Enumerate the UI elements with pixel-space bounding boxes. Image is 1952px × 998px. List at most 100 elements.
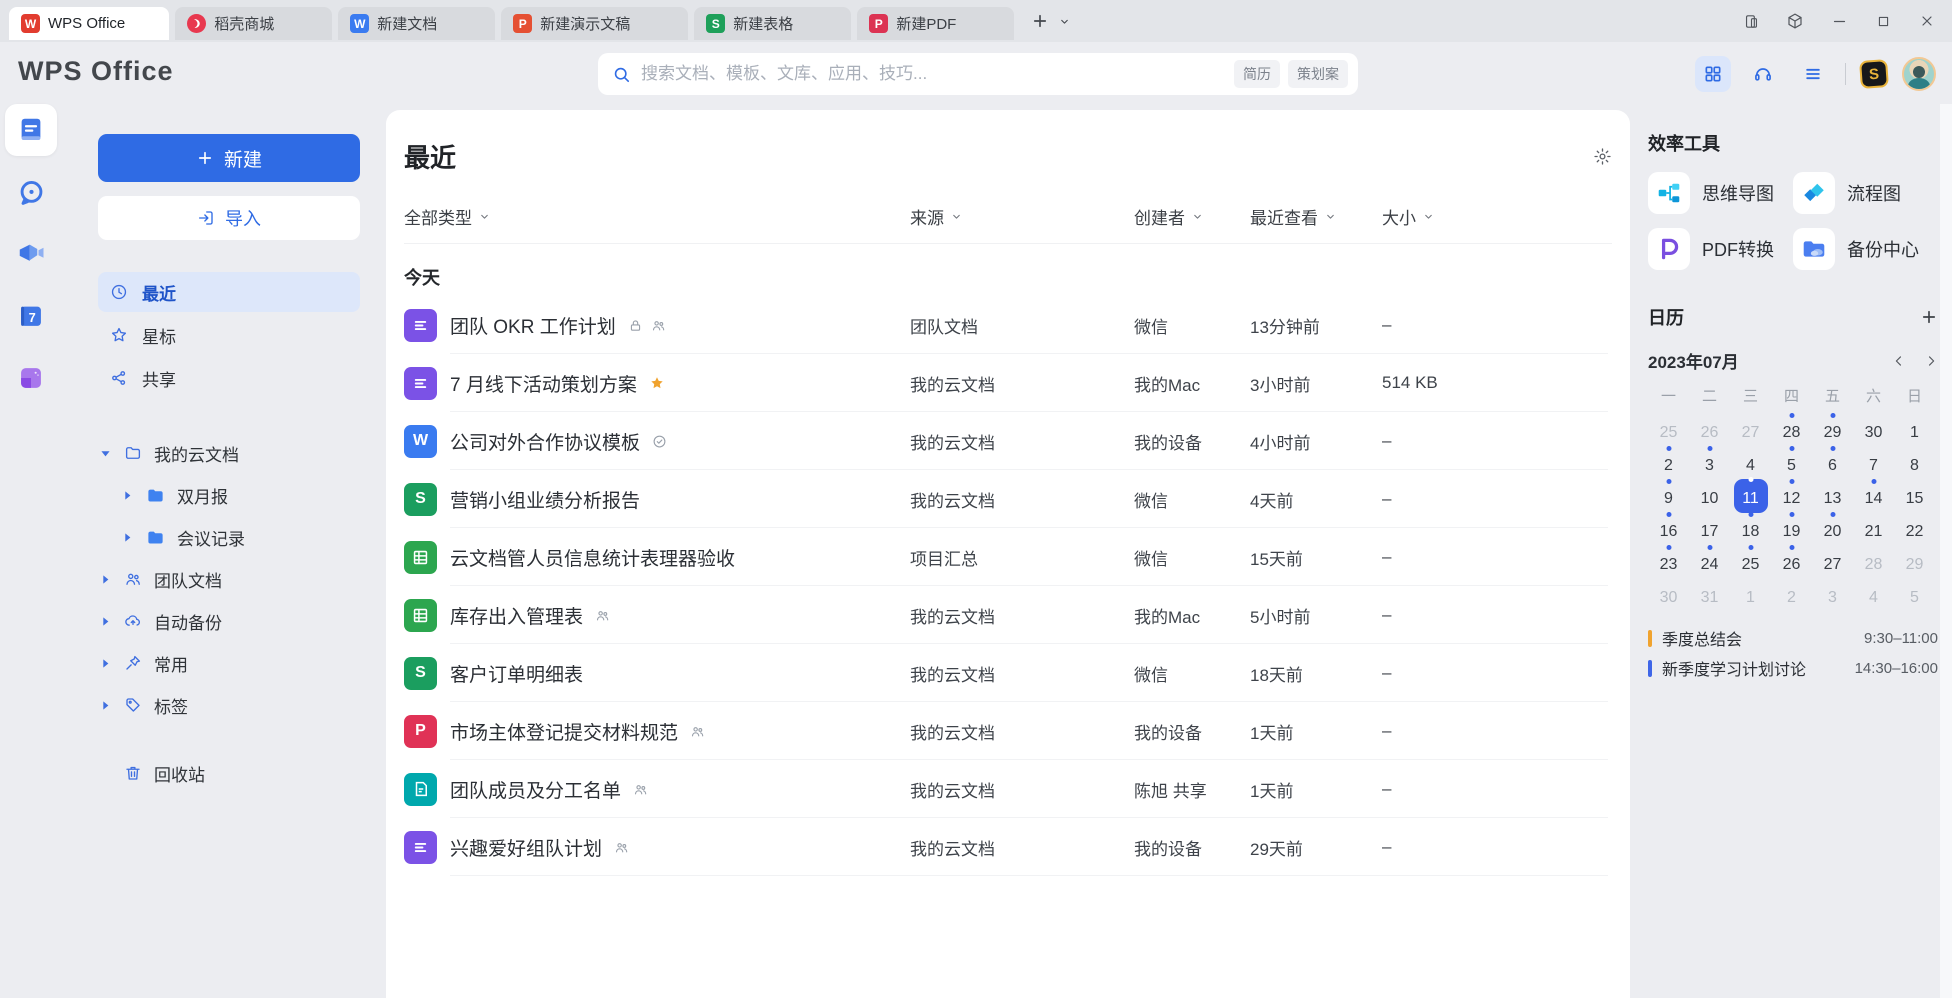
search-input[interactable] [641, 64, 1226, 84]
filter-dropdown-1[interactable]: 全部类型 [404, 204, 490, 229]
file-row[interactable]: S 客户订单明细表 我的云文档 微信 18天前 – [404, 644, 1612, 702]
calendar-day[interactable]: 16 [1648, 510, 1689, 543]
file-row[interactable]: W 公司对外合作协议模板 我的云文档 我的设备 4小时前 – [404, 412, 1612, 470]
filter-dropdown-2[interactable]: 来源 [910, 204, 1134, 229]
tab-menu-button[interactable] [1059, 16, 1070, 27]
import-button[interactable]: 导入 [98, 196, 360, 240]
tab-docer[interactable]: 稻壳商城 [175, 7, 332, 40]
tree-item-cloud-backup[interactable]: 自动备份 [98, 600, 360, 642]
calendar-day[interactable]: 23 [1648, 543, 1689, 576]
tree-child-item[interactable]: 会议记录 [98, 516, 360, 558]
close-button[interactable] [1910, 5, 1944, 37]
calendar-day[interactable]: 1 [1730, 576, 1771, 609]
calendar-day[interactable]: 25 [1648, 411, 1689, 444]
tree-item-tag[interactable]: 标签 [98, 684, 360, 726]
calendar-day[interactable]: 22 [1894, 510, 1935, 543]
sidebar-item-star[interactable]: 星标 [98, 315, 360, 355]
tab-spreadsheet[interactable]: S新建表格 [694, 7, 851, 40]
tool-flowchart[interactable]: 流程图 [1793, 172, 1938, 214]
calendar-prev-button[interactable] [1892, 354, 1906, 368]
sidebar-item-share[interactable]: 共享 [98, 358, 360, 398]
calendar-day[interactable]: 6 [1812, 444, 1853, 477]
new-tab-button[interactable] [1031, 12, 1049, 30]
calendar-day[interactable]: 20 [1812, 510, 1853, 543]
calendar-day[interactable]: 13 [1812, 477, 1853, 510]
tree-child-item[interactable]: 双月报 [98, 474, 360, 516]
calendar-day[interactable]: 9 [1648, 477, 1689, 510]
sidebar-item-clock[interactable]: 最近 [98, 272, 360, 312]
calendar-day[interactable]: 19 [1771, 510, 1812, 543]
calendar-day[interactable]: 26 [1689, 411, 1730, 444]
calendar-day[interactable]: 21 [1853, 510, 1894, 543]
file-row[interactable]: 兴趣爱好组队计划 我的云文档 我的设备 29天前 – [404, 818, 1612, 876]
calendar-day[interactable]: 27 [1812, 543, 1853, 576]
tree-item-folder[interactable]: 我的云文档 [98, 432, 360, 474]
filter-dropdown-3[interactable]: 创建者 [1134, 204, 1250, 229]
sidebar-item-trash[interactable]: 回收站 [98, 752, 360, 794]
search-tag[interactable]: 策划案 [1288, 60, 1348, 88]
calendar-day[interactable]: 26 [1771, 543, 1812, 576]
calendar-day[interactable]: 30 [1853, 411, 1894, 444]
calendar-day[interactable]: 28 [1771, 411, 1812, 444]
calendar-day[interactable]: 15 [1894, 477, 1935, 510]
tab-pdf[interactable]: P新建PDF [857, 7, 1014, 40]
rail-doc-button[interactable] [5, 104, 57, 156]
rail-calendar-button[interactable]: 7 [5, 290, 57, 342]
filter-dropdown-4[interactable]: 最近查看 [1250, 204, 1382, 229]
caret-right-icon[interactable] [120, 490, 134, 501]
calendar-day[interactable]: 7 [1853, 444, 1894, 477]
tab-wps-logo[interactable]: WWPS Office [9, 7, 169, 40]
calendar-day[interactable]: 3 [1812, 576, 1853, 609]
calendar-day[interactable]: 14 [1853, 477, 1894, 510]
tree-item-team[interactable]: 团队文档 [98, 558, 360, 600]
calendar-day[interactable]: 18 [1730, 510, 1771, 543]
tool-backup[interactable]: 备份中心 [1793, 228, 1938, 270]
calendar-event[interactable]: 新季度学习计划讨论14:30–16:00 [1648, 653, 1938, 683]
calendar-day-selected[interactable]: 11 [1730, 477, 1771, 510]
file-row[interactable]: 团队成员及分工名单 我的云文档 陈旭 共享 1天前 – [404, 760, 1612, 818]
tool-mindmap[interactable]: 思维导图 [1648, 172, 1793, 214]
caret-right-icon[interactable] [98, 700, 112, 711]
calendar-day[interactable]: 4 [1853, 576, 1894, 609]
calendar-day[interactable]: 10 [1689, 477, 1730, 510]
user-avatar[interactable] [1902, 57, 1936, 91]
support-headset-button[interactable] [1745, 56, 1781, 92]
membership-badge[interactable]: S [1859, 59, 1889, 89]
calendar-day[interactable]: 1 [1894, 411, 1935, 444]
workspace-button[interactable] [1778, 5, 1812, 37]
caret-right-icon[interactable] [98, 616, 112, 627]
caret-right-icon[interactable] [120, 532, 134, 543]
calendar-day[interactable]: 17 [1689, 510, 1730, 543]
apps-grid-button[interactable] [1695, 56, 1731, 92]
file-row[interactable]: 云文档管人员信息统计表理器验收 项目汇总 微信 15天前 – [404, 528, 1612, 586]
rail-chat-button[interactable] [5, 166, 57, 218]
minimize-button[interactable] [1822, 5, 1856, 37]
file-row[interactable]: 团队 OKR 工作计划 团队文档 微信 13分钟前 – [404, 296, 1612, 354]
calendar-day[interactable]: 29 [1894, 543, 1935, 576]
calendar-event[interactable]: 季度总结会9:30–11:00 [1648, 623, 1938, 653]
calendar-day[interactable]: 4 [1730, 444, 1771, 477]
maximize-button[interactable] [1866, 5, 1900, 37]
calendar-day[interactable]: 25 [1730, 543, 1771, 576]
calendar-day[interactable]: 5 [1894, 576, 1935, 609]
calendar-day[interactable]: 28 [1853, 543, 1894, 576]
calendar-day[interactable]: 3 [1689, 444, 1730, 477]
add-event-button[interactable] [1920, 308, 1938, 326]
caret-right-icon[interactable] [98, 658, 112, 669]
tab-writer[interactable]: W新建文档 [338, 7, 495, 40]
list-settings-button[interactable] [1593, 147, 1612, 166]
calendar-day[interactable]: 30 [1648, 576, 1689, 609]
calendar-day[interactable]: 2 [1771, 576, 1812, 609]
file-row[interactable]: 库存出入管理表 我的云文档 我的Mac 5小时前 – [404, 586, 1612, 644]
search-bar[interactable]: 简历策划案 [598, 53, 1358, 95]
calendar-next-button[interactable] [1924, 354, 1938, 368]
caret-down-icon[interactable] [98, 448, 112, 459]
tree-item-pin[interactable]: 常用 [98, 642, 360, 684]
new-document-button[interactable]: 新建 [98, 134, 360, 182]
calendar-day[interactable]: 24 [1689, 543, 1730, 576]
filter-dropdown-5[interactable]: 大小 [1382, 204, 1612, 229]
calendar-day[interactable]: 2 [1648, 444, 1689, 477]
caret-right-icon[interactable] [98, 574, 112, 585]
rail-apps-button[interactable] [5, 352, 57, 404]
main-menu-button[interactable] [1795, 56, 1831, 92]
